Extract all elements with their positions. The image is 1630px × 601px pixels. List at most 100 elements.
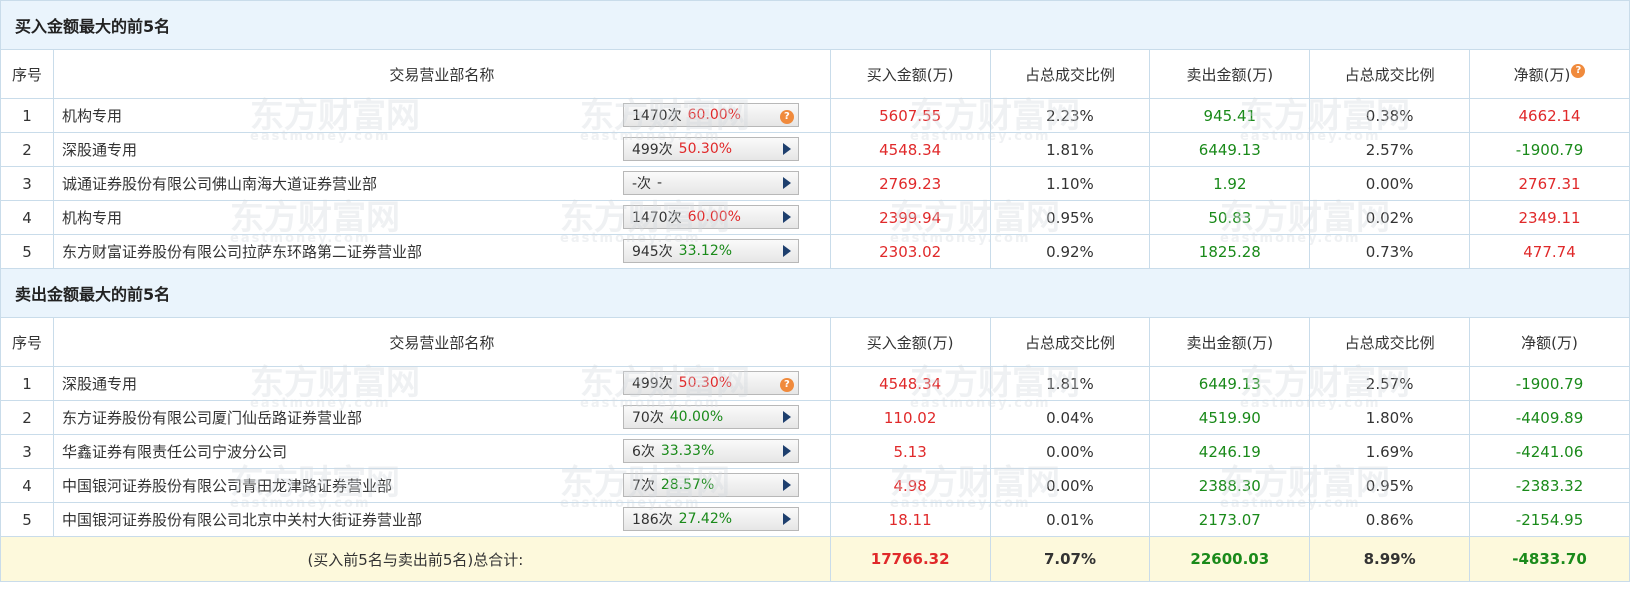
sell-header-row: 序号 交易营业部名称 买入金额(万) 占总成交比例 卖出金额(万) 占总成交比例…: [0, 317, 1630, 367]
listing-count: 70次: [631, 410, 664, 426]
listing-count: 499次: [631, 376, 673, 392]
total-net: -4833.70: [1469, 536, 1630, 582]
buy-ratio: 2.23%: [989, 98, 1151, 133]
buy-table-row: 3 诚通证券股份有限公司佛山南海大道证券营业部 -次 - 2769.23 1.10% 1.9…: [0, 166, 1630, 201]
play-arrow-icon[interactable]: [782, 245, 791, 257]
row-index: 2: [0, 132, 54, 167]
sell-amount: 945.41: [1149, 98, 1311, 133]
sell-amount: 2388.30: [1149, 468, 1311, 503]
play-arrow-icon[interactable]: [782, 513, 791, 525]
sell-ratio: 2.57%: [1309, 366, 1471, 401]
col-buy-ratio: 占总成交比例: [989, 49, 1151, 99]
success-rate: 60.00%: [687, 107, 741, 123]
success-rate: 33.33%: [660, 443, 715, 459]
col-branch-name: 交易营业部名称: [52, 49, 831, 99]
branch-name: 诚通证券股份有限公司佛山南海大道证券营业部: [61, 175, 377, 193]
success-rate: 28.57%: [660, 477, 715, 493]
net-amount: -2154.95: [1469, 502, 1630, 537]
branch-cell: 东方财富证券股份有限公司拉萨东环路第二证券营业部 945次 33.12%: [52, 234, 831, 269]
question-circle-icon[interactable]: ?: [779, 109, 794, 124]
total-sell: 22600.03: [1149, 536, 1311, 582]
buy-ratio: 1.10%: [989, 166, 1151, 201]
sell-section-title: 卖出金额最大的前5名: [0, 268, 1630, 318]
net-amount: 2349.11: [1469, 200, 1630, 235]
success-rate: 33.12%: [678, 243, 733, 259]
col-index: 序号: [0, 317, 54, 367]
branch-stats-badge[interactable]: 7次 28.57%: [622, 473, 799, 497]
sell-amount: 4519.90: [1149, 400, 1311, 435]
col-sell-ratio: 占总成交比例: [1309, 317, 1471, 367]
net-amount: 4662.14: [1469, 98, 1630, 133]
branch-cell: 中国银河证券股份有限公司青田龙津路证券营业部 7次 28.57%: [52, 468, 831, 503]
success-rate: 27.42%: [678, 511, 733, 527]
branch-stats-badge[interactable]: 186次 27.42%: [622, 507, 799, 531]
branch-name: 深股通专用: [61, 141, 137, 159]
play-arrow-icon[interactable]: [782, 479, 791, 491]
col-net: 净额(万)?: [1469, 49, 1630, 99]
total-buy-ratio: 7.07%: [989, 536, 1151, 582]
branch-cell: 华鑫证券有限责任公司宁波分公司 6次 33.33%: [52, 434, 831, 469]
branch-stats-badge[interactable]: 6次 33.33%: [622, 439, 799, 463]
buy-amount: 4.98: [829, 468, 991, 503]
buy-ratio: 0.00%: [989, 468, 1151, 503]
row-index: 3: [0, 434, 54, 469]
col-buy-amount: 买入金额(万): [829, 49, 991, 99]
branch-name: 机构专用: [61, 107, 122, 125]
net-amount: 2767.31: [1469, 166, 1630, 201]
sell-ratio: 0.86%: [1309, 502, 1471, 537]
play-arrow-icon[interactable]: [782, 211, 791, 223]
play-arrow-icon[interactable]: [782, 445, 791, 457]
sell-ratio: 0.00%: [1309, 166, 1471, 201]
listing-count: 6次: [631, 444, 655, 460]
branch-stats-badge[interactable]: -次 -: [622, 171, 799, 195]
row-index: 5: [0, 502, 54, 537]
branch-stats-badge[interactable]: 1470次 60.00%?: [622, 103, 799, 127]
row-index: 5: [0, 234, 54, 269]
total-buy: 17766.32: [829, 536, 991, 582]
buy-amount: 18.11: [829, 502, 991, 537]
total-label: (买入前5名与卖出前5名)总合计:: [0, 536, 831, 582]
net-amount: -4409.89: [1469, 400, 1630, 435]
buy-table-row: 2 深股通专用 499次 50.30% 4548.34 1.81% 6449.13 2.57%…: [0, 132, 1630, 167]
branch-name: 深股通专用: [61, 375, 137, 393]
branch-stats-badge[interactable]: 499次 50.30%: [622, 137, 799, 161]
sell-table-row: 1 深股通专用 499次 50.30%? 4548.34 1.81% 6449.13 2.57…: [0, 366, 1630, 401]
buy-amount: 5.13: [829, 434, 991, 469]
sell-table-row: 3 华鑫证券有限责任公司宁波分公司 6次 33.33% 5.13 0.00% 4246.19…: [0, 434, 1630, 469]
question-circle-icon[interactable]: ?: [1571, 63, 1586, 78]
success-rate: 50.30%: [678, 375, 733, 391]
branch-name: 中国银河证券股份有限公司青田龙津路证券营业部: [61, 477, 392, 495]
sell-amount: 50.83: [1149, 200, 1311, 235]
listing-count: -次: [631, 176, 651, 192]
buy-amount: 2303.02: [829, 234, 991, 269]
total-sell-ratio: 8.99%: [1309, 536, 1471, 582]
branch-stats-badge[interactable]: 945次 33.12%: [622, 239, 799, 263]
sell-table-row: 4 中国银河证券股份有限公司青田龙津路证券营业部 7次 28.57% 4.98 0.00%…: [0, 468, 1630, 503]
buy-ratio: 0.00%: [989, 434, 1151, 469]
branch-stats-badge[interactable]: 499次 50.30%?: [622, 371, 799, 395]
buy-amount: 4548.34: [829, 366, 991, 401]
listing-count: 7次: [631, 478, 655, 494]
play-arrow-icon[interactable]: [782, 143, 791, 155]
row-index: 3: [0, 166, 54, 201]
sell-table-row: 2 东方证券股份有限公司厦门仙岳路证券营业部 70次 40.00% 110.02 0.04…: [0, 400, 1630, 435]
branch-name: 中国银河证券股份有限公司北京中关村大街证券营业部: [61, 511, 422, 529]
buy-ratio: 1.81%: [989, 132, 1151, 167]
question-circle-icon[interactable]: ?: [779, 377, 794, 392]
branch-name: 东方证券股份有限公司厦门仙岳路证券营业部: [61, 409, 362, 427]
sell-ratio: 0.02%: [1309, 200, 1471, 235]
buy-amount: 5607.55: [829, 98, 991, 133]
buy-header-row: 序号 交易营业部名称 买入金额(万) 占总成交比例 卖出金额(万) 占总成交比例…: [0, 49, 1630, 99]
sell-ratio: 0.95%: [1309, 468, 1471, 503]
net-amount: -2383.32: [1469, 468, 1630, 503]
row-index: 4: [0, 468, 54, 503]
play-arrow-icon[interactable]: [782, 177, 791, 189]
play-arrow-icon[interactable]: [782, 411, 791, 423]
sell-ratio: 2.57%: [1309, 132, 1471, 167]
sell-amount: 1.92: [1149, 166, 1311, 201]
sell-section: 卖出金额最大的前5名 序号 交易营业部名称 买入金额(万) 占总成交比例 卖出金…: [0, 268, 1630, 537]
branch-stats-badge[interactable]: 70次 40.00%: [622, 405, 799, 429]
listing-count: 945次: [631, 244, 673, 260]
branch-name: 机构专用: [61, 209, 122, 227]
branch-stats-badge[interactable]: 1470次 60.00%: [622, 205, 799, 229]
